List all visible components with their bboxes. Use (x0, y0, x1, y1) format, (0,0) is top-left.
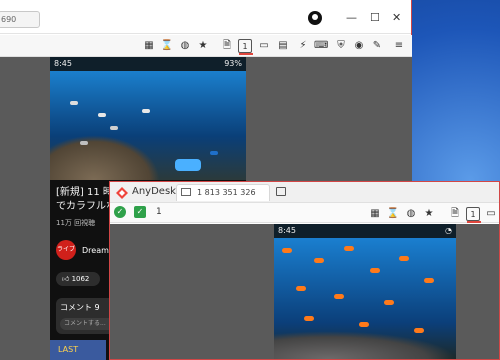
fish (110, 126, 118, 130)
address-input[interactable]: 1 (154, 205, 314, 220)
active-underline (239, 53, 253, 55)
coral-reef (50, 135, 160, 180)
orange-fish (282, 248, 292, 253)
next-video-thumbnail[interactable]: LAST (50, 340, 106, 360)
comment-input[interactable]: コメントする... (60, 318, 116, 330)
brand-name: AnyDesk (132, 186, 176, 197)
display-icon[interactable]: ▦ (142, 39, 156, 53)
orange-fish (424, 278, 434, 283)
phone-status-bar: 8:45 93% (50, 57, 246, 71)
phone-status-bar: 8:45 ◔ (274, 224, 456, 238)
anydesk-logo-icon (116, 187, 128, 199)
message-icon[interactable]: ▤ (276, 39, 290, 53)
chat-icon[interactable]: ▭ (484, 207, 498, 221)
remote-view-front[interactable]: 8:45 ◔ (110, 224, 499, 359)
session-badge[interactable]: 1 (238, 39, 253, 55)
aquarium-video[interactable] (274, 238, 456, 359)
maximize-icon[interactable]: ☐ (370, 11, 380, 24)
hourglass-icon[interactable]: ⌛ (160, 39, 174, 53)
like-button[interactable]: 👍︎ 1062 (56, 272, 100, 286)
title-bar: 690 — ☐ ✕ (0, 0, 411, 34)
blue-tang-fish (175, 159, 201, 171)
display-icon[interactable]: ▦ (368, 207, 382, 221)
orange-fish (304, 316, 314, 321)
profile-icon[interactable] (308, 11, 322, 25)
new-session-icon[interactable] (276, 187, 286, 196)
orange-fish (399, 256, 409, 261)
minimize-icon[interactable]: — (346, 11, 357, 24)
fish (142, 109, 150, 113)
phone-screen-front: 8:45 ◔ (274, 224, 456, 359)
menu-icon[interactable]: ≡ (392, 39, 406, 53)
connection-ok-icon: ✓ (114, 206, 126, 218)
orange-fish (334, 294, 344, 299)
favorite-icon[interactable]: ★ (422, 207, 436, 221)
file-icon[interactable]: 🗎 (220, 39, 234, 53)
storage-icon[interactable]: ◍ (404, 207, 418, 221)
permission-checkbox[interactable]: ✓ (134, 206, 146, 218)
record-icon[interactable]: ◉ (352, 39, 366, 53)
monitor-icon (181, 188, 191, 196)
action-icon[interactable]: ⚡ (296, 39, 310, 53)
hourglass-icon[interactable]: ⌛ (386, 207, 400, 221)
shield-icon[interactable]: ⛨ (334, 39, 348, 53)
coral-reef (274, 331, 456, 359)
chat-icon[interactable]: ▭ (257, 39, 271, 53)
address-field[interactable]: 690 (0, 11, 40, 28)
close-icon[interactable]: ✕ (392, 11, 401, 24)
active-underline (467, 221, 481, 223)
front-toolbar: ✓ ✓ 1 ▦ ⌛ ◍ ★ 🗎 1 ▭ (110, 203, 499, 223)
signal-battery-icon: ◔ (445, 226, 452, 235)
orange-fish (314, 258, 324, 263)
favorite-icon[interactable]: ★ (196, 39, 210, 53)
pen-icon[interactable]: ✎ (370, 39, 384, 53)
orange-fish (370, 268, 380, 273)
session-toolbar: ▦ ⌛ ◍ ★ 🗎 1 ▭ ▤ ⚡ ⌨ ⛨ ◉ ✎ ≡ (0, 35, 412, 57)
orange-fish (296, 286, 306, 291)
fish (70, 101, 78, 105)
aquarium-video[interactable] (50, 71, 246, 180)
storage-icon[interactable]: ◍ (178, 39, 192, 53)
fish (80, 141, 88, 145)
keyboard-icon[interactable]: ⌨ (314, 39, 328, 53)
session-tab[interactable]: 1 813 351 326 (176, 184, 270, 201)
file-icon[interactable]: 🗎 (448, 207, 462, 221)
front-title-bar: AnyDesk 1 813 351 326 (110, 182, 499, 203)
channel-avatar[interactable]: ライブ (56, 240, 76, 260)
thumb-up-icon: 👍︎ (62, 275, 70, 283)
orange-fish (359, 322, 369, 327)
orange-fish (384, 300, 394, 305)
orange-fish (344, 246, 354, 251)
fish (210, 151, 218, 155)
anydesk-window-front: AnyDesk 1 813 351 326 ✓ ✓ 1 ▦ ⌛ ◍ ★ 🗎 1 … (109, 181, 500, 360)
session-badge[interactable]: 1 (466, 207, 481, 223)
fish (98, 113, 106, 117)
